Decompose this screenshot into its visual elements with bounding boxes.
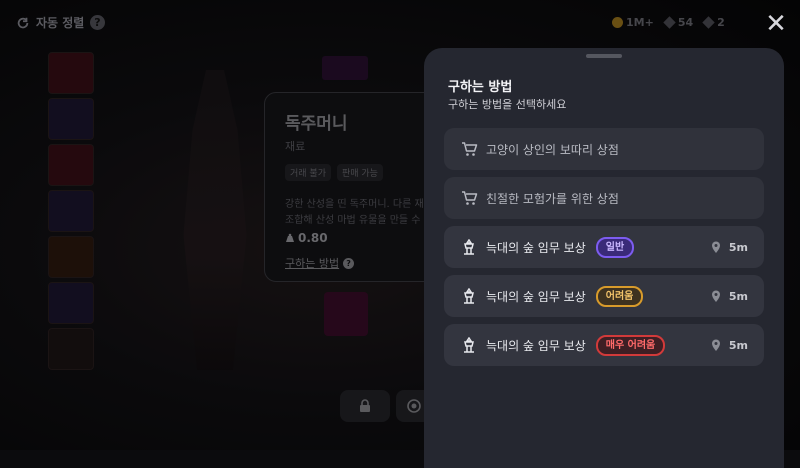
method-row-shop[interactable]: 고양이 상인의 보따리 상점: [444, 128, 764, 170]
distance-indicator: 5m: [711, 241, 748, 254]
distance-indicator: 5m: [711, 290, 748, 303]
method-label: 고양이 상인의 보따리 상점: [486, 142, 619, 157]
method-label: 늑대의 숲 임무 보상: [486, 240, 586, 255]
method-row-quest[interactable]: 늑대의 숲 임무 보상 일반 5m: [444, 226, 764, 268]
method-row-shop[interactable]: 친절한 모험가를 위한 상점: [444, 177, 764, 219]
cart-icon: [460, 189, 478, 207]
cart-icon: [460, 140, 478, 158]
difficulty-badge: 어려움: [595, 285, 644, 307]
location-pin-icon: [711, 241, 720, 253]
distance-value: 5m: [728, 338, 748, 352]
method-label: 늑대의 숲 임무 보상: [486, 289, 586, 304]
panel-title: 구하는 방법: [448, 80, 513, 95]
distance-value: 5m: [728, 240, 748, 254]
method-label: 늑대의 숲 임무 보상: [486, 338, 586, 353]
close-icon[interactable]: ✕: [764, 11, 788, 37]
location-pin-icon: [711, 290, 720, 302]
method-row-quest[interactable]: 늑대의 숲 임무 보상 매우 어려움 5m: [444, 324, 764, 366]
quest-icon: [460, 238, 478, 256]
distance-value: 5m: [728, 289, 748, 303]
quest-icon: [460, 287, 478, 305]
method-row-quest[interactable]: 늑대의 숲 임무 보상 어려움 5m: [444, 275, 764, 317]
difficulty-badge: 일반: [595, 236, 635, 258]
panel-subtitle: 구하는 방법을 선택하세요: [448, 98, 567, 111]
method-label: 친절한 모험가를 위한 상점: [486, 191, 619, 206]
acquire-methods-panel: 구하는 방법 구하는 방법을 선택하세요 고양이 상인의 보따리 상점 친절한 …: [424, 48, 784, 468]
quest-icon: [460, 336, 478, 354]
distance-indicator: 5m: [711, 339, 748, 352]
location-pin-icon: [711, 339, 720, 351]
difficulty-badge: 매우 어려움: [595, 334, 666, 356]
panel-drag-handle[interactable]: [586, 54, 622, 58]
